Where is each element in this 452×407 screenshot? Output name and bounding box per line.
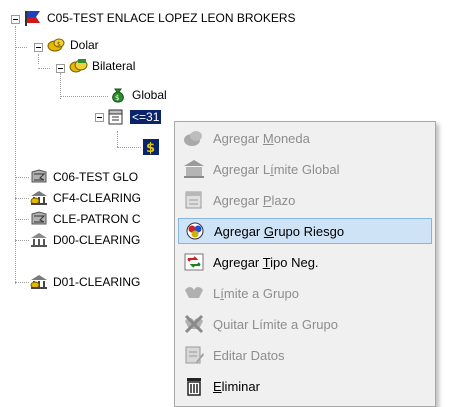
- bank-building-icon: [31, 233, 47, 247]
- tree-node-label: CLE-PATRON C: [53, 212, 141, 226]
- tree-node-d01[interactable]: D01-CLEARING: [29, 273, 140, 291]
- menu-item-limite-a-grupo[interactable]: Límite a Grupo: [178, 280, 432, 306]
- tree-node-label: C06-TEST GLO: [53, 170, 139, 184]
- menu-item-agregar-plazo[interactable]: Agregar Plazo: [178, 187, 432, 213]
- bank-icon: [30, 275, 47, 289]
- menu-item-label: Límite a Grupo: [213, 285, 300, 301]
- tree-line: [117, 131, 118, 147]
- tree-node-label: D01-CLEARING: [53, 275, 141, 289]
- menu-item-label: Quitar Límite a Grupo: [213, 316, 338, 332]
- collapse-term-toggle[interactable]: [95, 113, 104, 122]
- risk-group-icon: [186, 222, 204, 240]
- tree-line: [38, 54, 39, 64]
- menu-item-label: Agregar Plazo: [213, 192, 296, 208]
- tree-node-label: C05-TEST ENLACE LOPEZ LEON BROKERS: [47, 11, 296, 25]
- tree-node-bilateral[interactable]: Bilateral: [68, 57, 135, 75]
- tree-line: [15, 219, 29, 220]
- tree-line: [15, 282, 29, 283]
- tree-line: [60, 96, 108, 97]
- svg-text:$: $: [146, 141, 155, 156]
- dollar-icon: $: [143, 139, 159, 156]
- currency-dolar-icon: $: [47, 38, 65, 52]
- tree-node-label: Dolar: [70, 38, 99, 52]
- tree-node-cf4[interactable]: CF4-CLEARING: [29, 189, 141, 207]
- entity-icon: [31, 169, 47, 183]
- remove-group-limit-icon: [184, 314, 204, 334]
- tree-line: [15, 240, 29, 241]
- tree-node-label: Bilateral: [92, 59, 136, 73]
- tree-node-label: D00-CLEARING: [53, 233, 141, 247]
- tree-node-term[interactable]: <=31: [106, 108, 162, 126]
- add-term-icon: [185, 191, 202, 209]
- tree-node-cle[interactable]: CLE-PATRON C: [29, 210, 141, 228]
- tree-line: [15, 47, 27, 48]
- money-bag-icon: $: [112, 88, 124, 103]
- menu-item-quitar-limite-a-grupo[interactable]: Quitar Límite a Grupo: [178, 311, 432, 337]
- tree-line: [38, 68, 50, 69]
- calendar-icon: [108, 109, 123, 125]
- svg-text:$: $: [57, 41, 61, 48]
- menu-item-label: Agregar Grupo Riesgo: [214, 223, 345, 239]
- tree-line: [15, 177, 29, 178]
- menu-item-agregar-moneda[interactable]: Agregar Moneda: [178, 125, 432, 151]
- menu-item-label: Agregar Moneda: [213, 130, 310, 146]
- tree-node-root[interactable]: C05-TEST ENLACE LOPEZ LEON BROKERS: [23, 9, 296, 27]
- entity-icon: [31, 211, 47, 225]
- entity-flag-icon: [25, 11, 40, 26]
- deal-type-icon: [184, 253, 204, 271]
- tree-node-global[interactable]: $ Global: [108, 86, 167, 104]
- menu-item-label: Editar Datos: [213, 347, 285, 363]
- bilateral-handshake-icon: [69, 59, 88, 73]
- tree-node-d00[interactable]: D00-CLEARING: [29, 231, 140, 249]
- group-limit-icon: [185, 287, 203, 298]
- menu-item-label: Agregar Tipo Neg.: [213, 254, 319, 270]
- menu-item-editar-datos[interactable]: Editar Datos: [178, 342, 432, 368]
- menu-item-agregar-limite-global[interactable]: Agregar Límite Global: [178, 156, 432, 182]
- bank-icon: [30, 191, 47, 205]
- collapse-dolar-toggle[interactable]: [34, 43, 43, 52]
- collapse-bilateral-toggle[interactable]: [56, 64, 65, 73]
- tree-line: [117, 147, 141, 148]
- tree-node-term-child[interactable]: $: [141, 138, 165, 156]
- tree-node-c06[interactable]: C06-TEST GLO: [29, 168, 138, 186]
- add-global-limit-icon: [184, 160, 204, 178]
- tree-line: [15, 198, 29, 199]
- trash-icon: [187, 378, 201, 396]
- collapse-root-toggle[interactable]: [11, 15, 20, 24]
- menu-item-eliminar[interactable]: Eliminar: [178, 373, 432, 399]
- svg-text:$: $: [115, 94, 119, 102]
- menu-item-agregar-grupo-riesgo[interactable]: Agregar Grupo Riesgo: [178, 218, 432, 244]
- menu-item-label: Agregar Límite Global: [213, 161, 340, 177]
- menu-item-label: Eliminar: [213, 378, 260, 394]
- context-menu: Agregar Moneda Agregar Límite Global Agr…: [174, 121, 436, 407]
- menu-item-agregar-tipo-neg[interactable]: Agregar Tipo Neg.: [178, 249, 432, 275]
- tree-node-dolar[interactable]: $ Dolar: [46, 36, 99, 54]
- tree-node-label: CF4-CLEARING: [53, 191, 142, 205]
- tree-node-label: Global: [132, 88, 167, 102]
- tree-node-label-selected: <=31: [130, 110, 162, 124]
- tree-line: [15, 26, 16, 284]
- add-currency-icon: [184, 131, 202, 146]
- edit-data-icon: [185, 346, 204, 364]
